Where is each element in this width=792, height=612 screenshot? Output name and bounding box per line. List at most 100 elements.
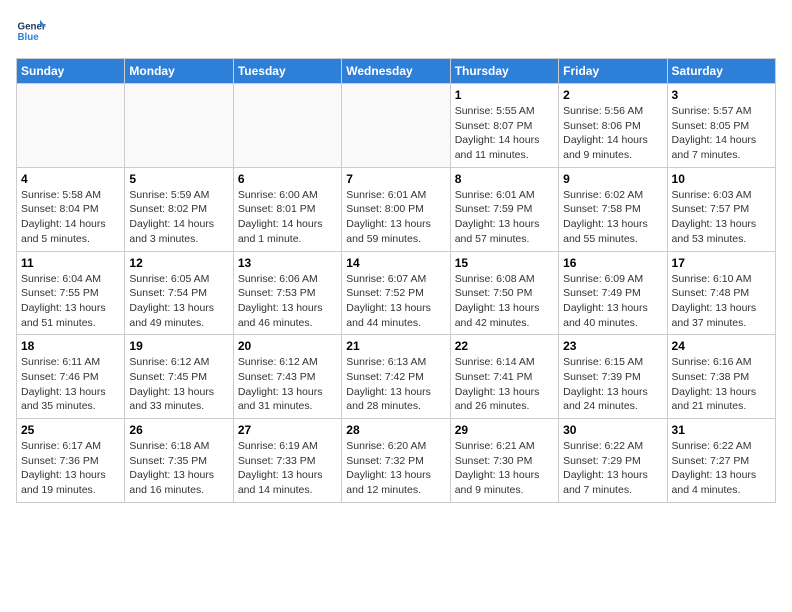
day-info: Sunrise: 6:01 AMSunset: 8:00 PMDaylight:…	[346, 188, 445, 247]
day-info: Sunrise: 5:56 AMSunset: 8:06 PMDaylight:…	[563, 104, 662, 163]
calendar-cell	[125, 84, 233, 168]
weekday-header-monday: Monday	[125, 59, 233, 84]
day-number: 8	[455, 172, 554, 186]
day-number: 26	[129, 423, 228, 437]
day-info: Sunrise: 6:03 AMSunset: 7:57 PMDaylight:…	[672, 188, 771, 247]
day-number: 23	[563, 339, 662, 353]
day-number: 31	[672, 423, 771, 437]
calendar-cell: 30 Sunrise: 6:22 AMSunset: 7:29 PMDayligh…	[559, 419, 667, 503]
day-number: 17	[672, 256, 771, 270]
day-number: 20	[238, 339, 337, 353]
day-number: 10	[672, 172, 771, 186]
calendar-cell: 7Sunrise: 6:01 AMSunset: 8:00 PMDaylight…	[342, 167, 450, 251]
calendar-cell: 31 Sunrise: 6:22 AMSunset: 7:27 PMDayligh…	[667, 419, 775, 503]
weekday-header-thursday: Thursday	[450, 59, 558, 84]
day-number: 1	[455, 88, 554, 102]
page-header: General Blue	[16, 16, 776, 46]
calendar-cell: 18Sunrise: 6:11 AMSunset: 7:46 PMDayligh…	[17, 335, 125, 419]
calendar-week-row: 4 Sunrise: 5:58 AMSunset: 8:04 PMDaylight…	[17, 167, 776, 251]
day-number: 2	[563, 88, 662, 102]
calendar-cell: 14 Sunrise: 6:07 AMSunset: 7:52 PMDayligh…	[342, 251, 450, 335]
day-info: Sunrise: 6:14 AMSunset: 7:41 PMDaylight:…	[455, 355, 554, 414]
calendar-cell: 13Sunrise: 6:06 AMSunset: 7:53 PMDayligh…	[233, 251, 341, 335]
day-info: Sunrise: 6:19 AMSunset: 7:33 PMDaylight:…	[238, 439, 337, 498]
calendar-cell: 1 Sunrise: 5:55 AMSunset: 8:07 PMDaylight…	[450, 84, 558, 168]
day-number: 14	[346, 256, 445, 270]
day-number: 18	[21, 339, 120, 353]
calendar-cell: 19Sunrise: 6:12 AMSunset: 7:45 PMDayligh…	[125, 335, 233, 419]
day-info: Sunrise: 6:01 AMSunset: 7:59 PMDaylight:…	[455, 188, 554, 247]
calendar-cell: 5 Sunrise: 5:59 AMSunset: 8:02 PMDaylight…	[125, 167, 233, 251]
day-info: Sunrise: 6:21 AMSunset: 7:30 PMDaylight:…	[455, 439, 554, 498]
day-info: Sunrise: 5:59 AMSunset: 8:02 PMDaylight:…	[129, 188, 228, 247]
calendar-cell: 20 Sunrise: 6:12 AMSunset: 7:43 PMDayligh…	[233, 335, 341, 419]
day-number: 28	[346, 423, 445, 437]
day-number: 25	[21, 423, 120, 437]
day-number: 5	[129, 172, 228, 186]
svg-text:Blue: Blue	[18, 32, 40, 43]
day-info: Sunrise: 6:04 AMSunset: 7:55 PMDaylight:…	[21, 272, 120, 331]
day-number: 27	[238, 423, 337, 437]
day-info: Sunrise: 6:13 AMSunset: 7:42 PMDaylight:…	[346, 355, 445, 414]
day-number: 4	[21, 172, 120, 186]
weekday-header-wednesday: Wednesday	[342, 59, 450, 84]
calendar-week-row: 25 Sunrise: 6:17 AMSunset: 7:36 PMDayligh…	[17, 419, 776, 503]
day-info: Sunrise: 6:17 AMSunset: 7:36 PMDaylight:…	[21, 439, 120, 498]
calendar-cell	[233, 84, 341, 168]
day-info: Sunrise: 6:09 AMSunset: 7:49 PMDaylight:…	[563, 272, 662, 331]
calendar-table: SundayMondayTuesdayWednesdayThursdayFrid…	[16, 58, 776, 503]
calendar-week-row: 11 Sunrise: 6:04 AMSunset: 7:55 PMDayligh…	[17, 251, 776, 335]
calendar-cell: 12Sunrise: 6:05 AMSunset: 7:54 PMDayligh…	[125, 251, 233, 335]
calendar-cell: 8 Sunrise: 6:01 AMSunset: 7:59 PMDaylight…	[450, 167, 558, 251]
calendar-cell: 23 Sunrise: 6:15 AMSunset: 7:39 PMDayligh…	[559, 335, 667, 419]
calendar-cell: 29Sunrise: 6:21 AMSunset: 7:30 PMDayligh…	[450, 419, 558, 503]
day-number: 6	[238, 172, 337, 186]
day-info: Sunrise: 5:58 AMSunset: 8:04 PMDaylight:…	[21, 188, 120, 247]
calendar-cell: 24Sunrise: 6:16 AMSunset: 7:38 PMDayligh…	[667, 335, 775, 419]
day-info: Sunrise: 5:55 AMSunset: 8:07 PMDaylight:…	[455, 104, 554, 163]
day-number: 11	[21, 256, 120, 270]
calendar-cell: 4 Sunrise: 5:58 AMSunset: 8:04 PMDaylight…	[17, 167, 125, 251]
calendar-cell: 11 Sunrise: 6:04 AMSunset: 7:55 PMDayligh…	[17, 251, 125, 335]
day-info: Sunrise: 6:08 AMSunset: 7:50 PMDaylight:…	[455, 272, 554, 331]
day-info: Sunrise: 6:16 AMSunset: 7:38 PMDaylight:…	[672, 355, 771, 414]
day-info: Sunrise: 5:57 AMSunset: 8:05 PMDaylight:…	[672, 104, 771, 163]
day-info: Sunrise: 6:07 AMSunset: 7:52 PMDaylight:…	[346, 272, 445, 331]
day-info: Sunrise: 6:10 AMSunset: 7:48 PMDaylight:…	[672, 272, 771, 331]
day-info: Sunrise: 6:15 AMSunset: 7:39 PMDaylight:…	[563, 355, 662, 414]
logo: General Blue	[16, 16, 46, 46]
day-number: 15	[455, 256, 554, 270]
calendar-cell	[342, 84, 450, 168]
logo-icon: General Blue	[16, 16, 46, 46]
day-info: Sunrise: 6:00 AMSunset: 8:01 PMDaylight:…	[238, 188, 337, 247]
day-info: Sunrise: 6:20 AMSunset: 7:32 PMDaylight:…	[346, 439, 445, 498]
day-number: 12	[129, 256, 228, 270]
day-number: 9	[563, 172, 662, 186]
day-info: Sunrise: 6:18 AMSunset: 7:35 PMDaylight:…	[129, 439, 228, 498]
day-info: Sunrise: 6:22 AMSunset: 7:27 PMDaylight:…	[672, 439, 771, 498]
calendar-cell: 21Sunrise: 6:13 AMSunset: 7:42 PMDayligh…	[342, 335, 450, 419]
day-number: 22	[455, 339, 554, 353]
day-info: Sunrise: 6:22 AMSunset: 7:29 PMDaylight:…	[563, 439, 662, 498]
day-number: 30	[563, 423, 662, 437]
calendar-cell: 27 Sunrise: 6:19 AMSunset: 7:33 PMDayligh…	[233, 419, 341, 503]
calendar-cell: 25 Sunrise: 6:17 AMSunset: 7:36 PMDayligh…	[17, 419, 125, 503]
day-number: 3	[672, 88, 771, 102]
day-info: Sunrise: 6:02 AMSunset: 7:58 PMDaylight:…	[563, 188, 662, 247]
calendar-cell: 10 Sunrise: 6:03 AMSunset: 7:57 PMDayligh…	[667, 167, 775, 251]
calendar-cell	[17, 84, 125, 168]
calendar-cell: 6 Sunrise: 6:00 AMSunset: 8:01 PMDaylight…	[233, 167, 341, 251]
weekday-header-saturday: Saturday	[667, 59, 775, 84]
calendar-week-row: 18Sunrise: 6:11 AMSunset: 7:46 PMDayligh…	[17, 335, 776, 419]
calendar-cell: 22 Sunrise: 6:14 AMSunset: 7:41 PMDayligh…	[450, 335, 558, 419]
calendar-cell: 26 Sunrise: 6:18 AMSunset: 7:35 PMDayligh…	[125, 419, 233, 503]
day-number: 13	[238, 256, 337, 270]
calendar-cell: 2 Sunrise: 5:56 AMSunset: 8:06 PMDaylight…	[559, 84, 667, 168]
calendar-cell: 17 Sunrise: 6:10 AMSunset: 7:48 PMDayligh…	[667, 251, 775, 335]
calendar-cell: 15 Sunrise: 6:08 AMSunset: 7:50 PMDayligh…	[450, 251, 558, 335]
calendar-week-row: 1 Sunrise: 5:55 AMSunset: 8:07 PMDaylight…	[17, 84, 776, 168]
calendar-cell: 9 Sunrise: 6:02 AMSunset: 7:58 PMDaylight…	[559, 167, 667, 251]
weekday-header-friday: Friday	[559, 59, 667, 84]
weekday-header-row: SundayMondayTuesdayWednesdayThursdayFrid…	[17, 59, 776, 84]
day-info: Sunrise: 6:12 AMSunset: 7:43 PMDaylight:…	[238, 355, 337, 414]
